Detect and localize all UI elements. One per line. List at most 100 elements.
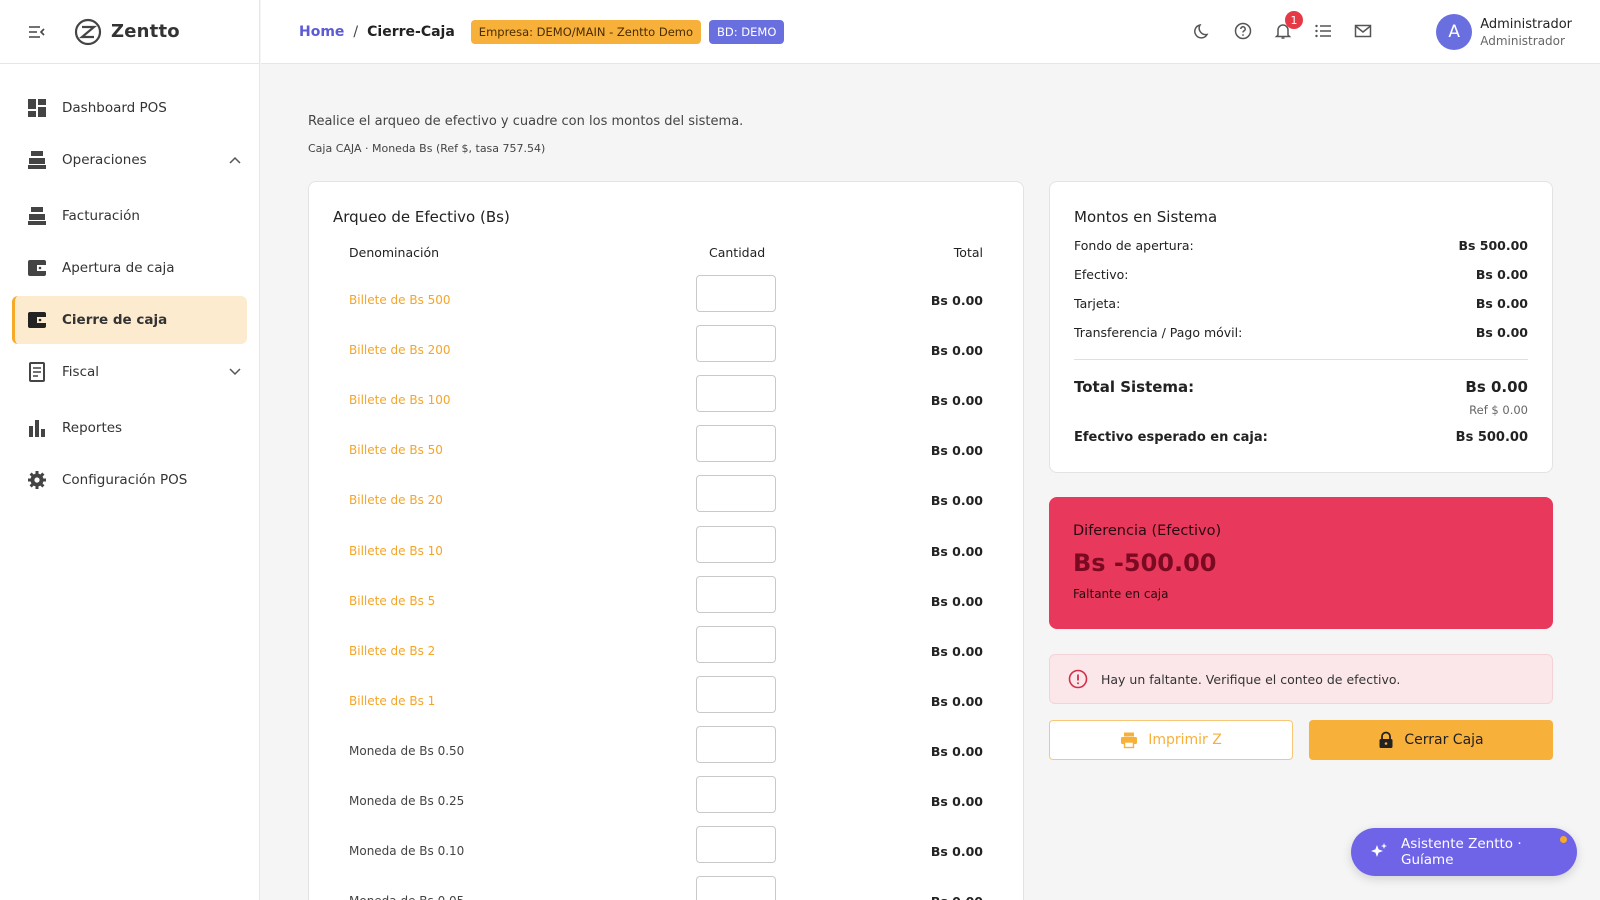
denomination-row: Billete de Bs 2 Bs 0.00: [309, 625, 1023, 676]
denomination-total: Bs 0.00: [930, 493, 983, 509]
topbar-actions: 1: [1192, 11, 1374, 42]
system-total: Total Sistema: Bs 0.00: [1074, 378, 1528, 396]
system-line-value: Bs 500.00: [1458, 238, 1528, 253]
cash-count-title: Arqueo de Efectivo (Bs): [333, 208, 510, 226]
quantity-input[interactable]: [696, 675, 776, 713]
denomination-label: Billete de Bs 1: [349, 693, 436, 708]
sidebar-item-fiscal[interactable]: Fiscal: [12, 348, 247, 396]
denomination-label: Moneda de Bs 0.05: [349, 894, 464, 900]
denomination-label: Moneda de Bs 0.25: [349, 794, 465, 808]
notifications-count-badge: 1: [1285, 11, 1303, 29]
quantity-input[interactable]: [696, 425, 776, 463]
quantity-input[interactable]: [696, 876, 776, 900]
sidebar-item-label: Fiscal: [62, 364, 100, 380]
collapse-menu-icon[interactable]: [26, 21, 48, 43]
help-icon[interactable]: [1232, 20, 1254, 42]
alert-text: Hay un faltante. Verifique el conteo de …: [1101, 671, 1401, 687]
expected-cash: Efectivo esperado en caja: Bs 500.00: [1074, 430, 1528, 445]
denomination-label: Billete de Bs 200: [349, 343, 451, 358]
breadcrumb-home[interactable]: Home: [299, 24, 344, 40]
lock-icon: [1378, 731, 1394, 749]
wallet-icon: [26, 309, 48, 331]
system-line-value: Bs 0.00: [1475, 267, 1528, 282]
quantity-input[interactable]: [696, 575, 776, 613]
divider: [1074, 359, 1528, 360]
denomination-label: Billete de Bs 5: [349, 593, 436, 608]
quantity-input[interactable]: [696, 275, 776, 312]
assistant-label: Asistente Zentto · Guíame: [1401, 836, 1522, 868]
close-cash-register-button[interactable]: Cerrar Caja: [1309, 720, 1553, 760]
denomination-row: Billete de Bs 100 Bs 0.00: [309, 375, 1023, 425]
denomination-row: Moneda de Bs 0.50 Bs 0.00: [309, 725, 1023, 776]
app-logo[interactable]: Zentto: [74, 18, 180, 46]
difference-value: Bs -500.00: [1073, 549, 1217, 577]
denomination-label: Moneda de Bs 0.10: [349, 844, 465, 859]
quantity-input[interactable]: [696, 776, 776, 813]
difference-note: Faltante en caja: [1073, 587, 1169, 601]
difference-card: Diferencia (Efectivo) Bs -500.00 Faltant…: [1049, 497, 1553, 629]
system-amounts-card: Montos en Sistema Fondo de apertura: Bs …: [1049, 181, 1553, 473]
sidebar-item-reportes[interactable]: Reportes: [12, 404, 247, 452]
quantity-input[interactable]: [696, 325, 776, 363]
sidebar-item-cierre-caja[interactable]: Cierre de caja: [12, 296, 247, 344]
system-amounts-title: Montos en Sistema: [1074, 208, 1218, 226]
denomination-total: Bs 0.00: [930, 844, 983, 860]
denomination-row: Billete de Bs 20 Bs 0.00: [309, 475, 1023, 525]
app-name: Zentto: [111, 21, 180, 42]
company-badge: Empresa: DEMO/MAIN - Zentto Demo: [470, 19, 702, 44]
quantity-input[interactable]: [696, 625, 776, 663]
denomination-total: Bs 0.00: [930, 743, 983, 759]
dashboard-icon: [26, 97, 48, 119]
sidebar-item-dashboard-pos[interactable]: Dashboard POS: [12, 84, 247, 132]
denomination-label: Billete de Bs 20: [349, 493, 443, 508]
quantity-input[interactable]: [696, 375, 776, 413]
sidebar-item-operaciones[interactable]: Operaciones: [12, 136, 247, 184]
denomination-label: Billete de Bs 2: [349, 643, 436, 658]
system-line-transfer: Transferencia / Pago móvil: Bs 0.00: [1074, 325, 1528, 340]
denomination-total: Bs 0.00: [930, 693, 983, 709]
sidebar-item-label: Facturación: [62, 208, 140, 224]
zentto-logo-icon: [74, 18, 102, 45]
tasks-list-icon[interactable]: [1312, 20, 1334, 42]
cash-register-info: Caja CAJA · Moneda Bs (Ref $, tasa 757.5…: [308, 142, 546, 155]
denomination-row: Billete de Bs 10 Bs 0.00: [309, 525, 1023, 576]
avatar: A: [1436, 14, 1473, 50]
receipt-icon: [26, 361, 48, 383]
system-line-cash: Efectivo: Bs 0.00: [1074, 267, 1528, 282]
cash-count-card: Arqueo de Efectivo (Bs) Denominación Can…: [308, 181, 1024, 900]
denomination-total: Bs 0.00: [930, 393, 983, 409]
denomination-row: Moneda de Bs 0.25 Bs 0.00: [309, 776, 1023, 826]
system-line-label: Efectivo:: [1074, 267, 1129, 282]
error-icon: [1068, 669, 1088, 689]
breadcrumb-separator: /: [353, 23, 359, 40]
wallet-icon: [26, 257, 48, 279]
sidebar-item-configuracion-pos[interactable]: Configuración POS: [12, 456, 247, 504]
denomination-label: Billete de Bs 10: [349, 543, 443, 558]
quantity-input[interactable]: [696, 475, 776, 513]
print-z-button[interactable]: Imprimir Z: [1049, 720, 1293, 760]
quantity-input[interactable]: [696, 826, 776, 864]
sidebar-item-facturacion[interactable]: Facturación: [12, 192, 247, 240]
sidebar-item-apertura-caja[interactable]: Apertura de caja: [12, 244, 247, 292]
system-line-opening: Fondo de apertura: Bs 500.00: [1074, 238, 1528, 253]
system-line-card: Tarjeta: Bs 0.00: [1074, 296, 1528, 311]
mail-icon[interactable]: [1352, 20, 1374, 42]
sidebar-item-label: Reportes: [62, 420, 123, 436]
dark-mode-moon-icon[interactable]: [1192, 20, 1214, 42]
denomination-row: Moneda de Bs 0.10 Bs 0.00: [309, 826, 1023, 876]
page-intro: Realice el arqueo de efectivo y cuadre c…: [308, 114, 744, 129]
user-menu[interactable]: A Administrador Administrador: [1436, 14, 1572, 50]
notifications-bell-icon[interactable]: 1: [1272, 11, 1303, 42]
denomination-label: Billete de Bs 100: [349, 393, 451, 408]
quantity-input[interactable]: [696, 725, 776, 763]
denomination-label: Moneda de Bs 0.50: [349, 743, 465, 758]
print-z-label: Imprimir Z: [1148, 732, 1222, 748]
sidebar-item-label: Configuración POS: [62, 472, 188, 488]
assistant-button[interactable]: Asistente Zentto · Guíame: [1351, 828, 1577, 876]
denomination-header: Denominación: [349, 245, 440, 260]
denomination-total: Bs 0.00: [931, 894, 983, 900]
denomination-total: Bs 0.00: [930, 343, 983, 359]
sidebar: Zentto Dashboard POS Operaciones Factura…: [0, 0, 260, 900]
quantity-input[interactable]: [696, 525, 776, 563]
denomination-row: Moneda de Bs 0.05 Bs 0.00: [309, 876, 1023, 900]
